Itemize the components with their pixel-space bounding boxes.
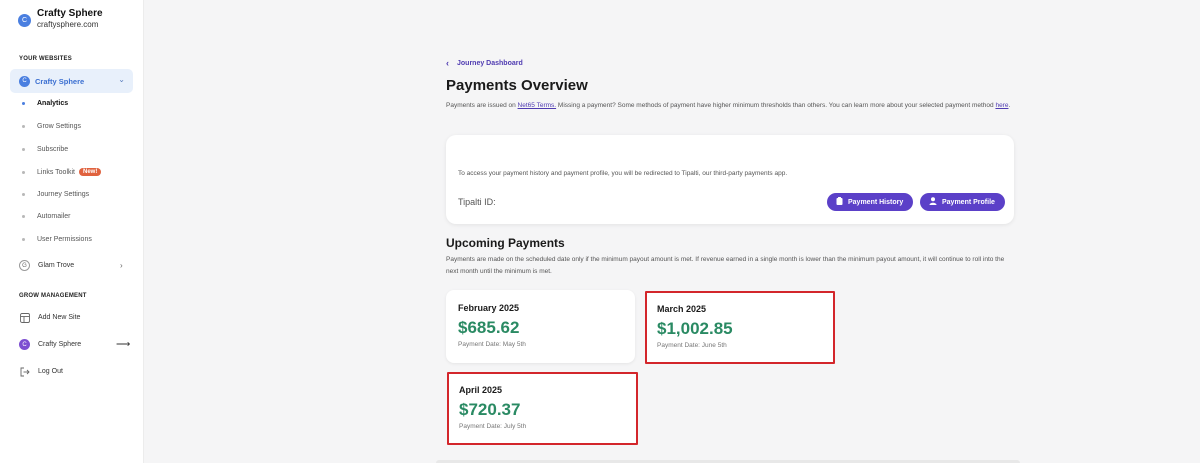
upcoming-payments-description: Payments are made on the scheduled date …: [446, 256, 1005, 275]
chevron-right-icon: ›: [120, 261, 123, 270]
site-avatar: C: [19, 75, 30, 87]
bullet-icon: [22, 125, 25, 128]
nav-links-toolkit[interactable]: Links Toolkit New!: [22, 168, 102, 176]
payment-history-label: Payment History: [848, 198, 904, 206]
log-out-icon: [19, 366, 30, 377]
sidebar: C Crafty Sphere craftysphere.com YOUR WE…: [0, 0, 144, 463]
payment-amount: $1,002.85: [657, 319, 733, 338]
arrow-right-icon: ⟶: [116, 339, 131, 350]
site-glam-trove-label: Glam Trove: [38, 262, 75, 269]
log-out-button[interactable]: Log Out: [19, 366, 63, 377]
site-selector-label: Crafty Sphere: [35, 76, 85, 86]
nav-automailer-label: Automailer: [37, 213, 71, 220]
nav-automailer[interactable]: Automailer: [22, 213, 70, 220]
nav-subscribe[interactable]: Subscribe: [22, 146, 68, 153]
intro-text: Payments are issued on: [446, 102, 518, 109]
add-new-site-label: Add New Site: [38, 314, 81, 321]
payment-month: February 2025: [458, 303, 520, 313]
back-link[interactable]: ‹ Journey Dashboard: [446, 58, 523, 68]
tipalti-info-card: To access your payment history and payme…: [446, 135, 1014, 224]
intro-text: .: [1008, 102, 1011, 109]
payment-card-april: April 2025 $720.37 Payment Date: July 5t…: [447, 372, 638, 445]
nav-user-permissions[interactable]: User Permissions: [22, 236, 92, 243]
brand[interactable]: C Crafty Sphere craftysphere.com: [18, 8, 103, 30]
bullet-icon: [22, 238, 25, 241]
payments-intro: Payments are issued on Net65 Terms. Miss…: [446, 100, 1016, 112]
payment-amount: $720.37: [459, 400, 521, 419]
bullet-icon: [22, 215, 25, 218]
brand-name: Crafty Sphere: [37, 8, 103, 19]
payment-month: April 2025: [459, 385, 503, 395]
payment-month: March 2025: [657, 304, 707, 314]
site-selector-crafty-sphere[interactable]: C Crafty Sphere ⌄: [10, 69, 133, 93]
payment-profile-label: Payment Profile: [942, 198, 995, 206]
bullet-icon: [22, 148, 25, 151]
payment-method-here-link[interactable]: here: [995, 102, 1008, 109]
active-dot-icon: [22, 102, 25, 105]
history-icon: [836, 197, 843, 207]
nav-journey-settings[interactable]: Journey Settings: [22, 191, 89, 198]
site-avatar: C: [19, 339, 30, 350]
chevron-left-icon: ‹: [446, 58, 449, 68]
net65-terms-link[interactable]: Net65 Terms.: [518, 102, 557, 109]
payment-card-february: February 2025 $685.62 Payment Date: May …: [446, 290, 635, 363]
your-websites-heading: YOUR WEBSITES: [19, 56, 72, 62]
site-avatar: G: [19, 260, 30, 271]
intro-text: Missing a payment? Some methods of payme…: [556, 102, 996, 109]
payment-amount: $685.62: [458, 318, 520, 337]
switch-site-crafty-sphere[interactable]: C Crafty Sphere: [19, 339, 81, 350]
tipalti-id-label: Tipalti ID:: [458, 197, 496, 207]
nav-grow-settings[interactable]: Grow Settings: [22, 123, 81, 130]
log-out-label: Log Out: [38, 368, 63, 375]
payment-profile-button[interactable]: Payment Profile: [920, 193, 1005, 211]
nav-analytics[interactable]: Analytics: [22, 100, 68, 107]
nav-subscribe-label: Subscribe: [37, 146, 69, 153]
user-icon: [929, 197, 937, 207]
add-new-site-button[interactable]: Add New Site: [19, 312, 80, 323]
site-glam-trove[interactable]: G Glam Trove: [19, 260, 74, 271]
nav-grow-settings-label: Grow Settings: [37, 123, 81, 130]
bullet-icon: [22, 170, 25, 174]
payment-date: Payment Date: May 5th: [458, 341, 526, 348]
chevron-down-icon: ⌄: [118, 75, 125, 84]
new-badge: New!: [79, 168, 102, 176]
payment-date: Payment Date: June 5th: [657, 342, 727, 349]
nav-user-permissions-label: User Permissions: [37, 236, 92, 243]
payment-date: Payment Date: July 5th: [459, 423, 527, 430]
tipalti-redirect-text: To access your payment history and payme…: [458, 170, 788, 177]
upcoming-payments-heading: Upcoming Payments: [446, 236, 565, 250]
nav-links-toolkit-label: Links Toolkit: [37, 168, 76, 176]
grow-management-heading: GROW MANAGEMENT: [19, 293, 87, 299]
switch-site-label: Crafty Sphere: [38, 341, 82, 348]
brand-avatar: C: [18, 13, 31, 27]
brand-domain: craftysphere.com: [37, 20, 99, 29]
payment-card-march: March 2025 $1,002.85 Payment Date: June …: [645, 291, 835, 364]
main-content: ‹ Journey Dashboard Payments Overview Pa…: [144, 34, 1200, 463]
bullet-icon: [22, 193, 25, 196]
payment-history-button[interactable]: Payment History: [827, 193, 914, 211]
nav-journey-settings-label: Journey Settings: [37, 191, 90, 198]
nav-analytics-label: Analytics: [37, 100, 69, 107]
page-title: Payments Overview: [446, 77, 588, 94]
back-link-label: Journey Dashboard: [457, 59, 523, 67]
add-site-icon: [19, 312, 30, 323]
